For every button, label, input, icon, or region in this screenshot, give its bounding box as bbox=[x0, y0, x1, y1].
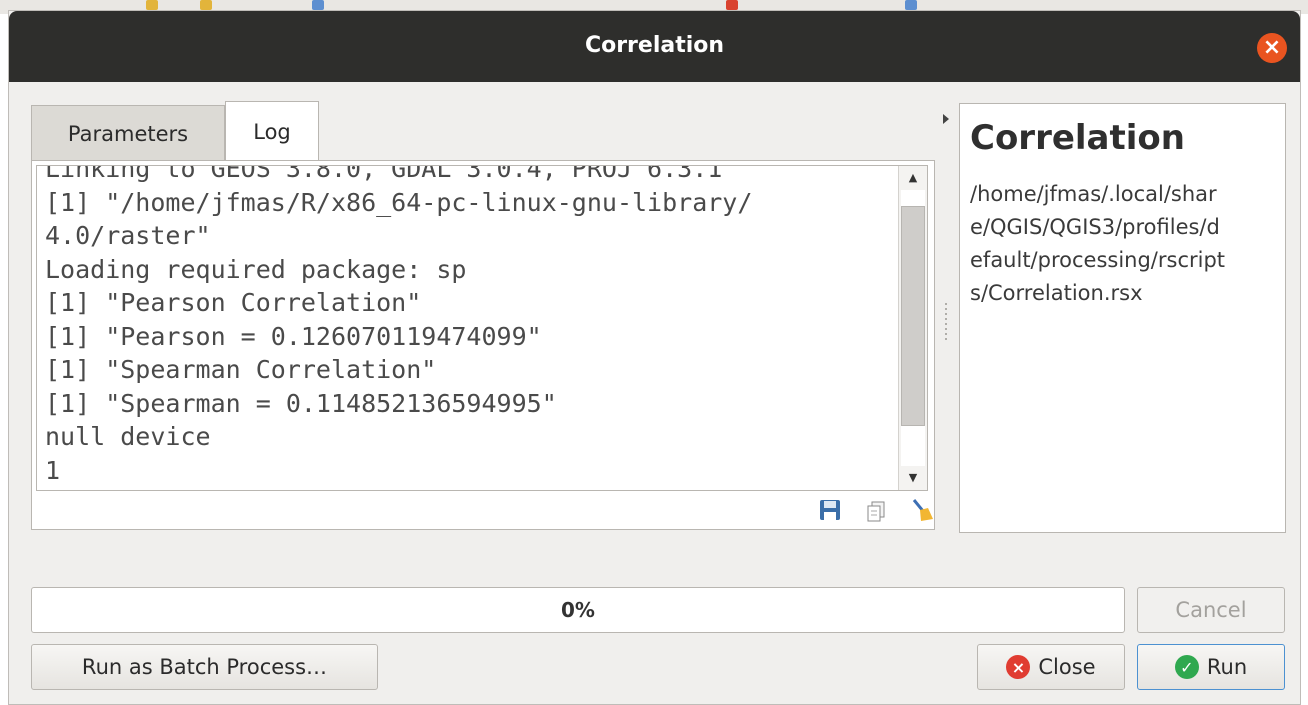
progress-bar: 0% bbox=[31, 587, 1125, 633]
splitter-handle[interactable] bbox=[945, 303, 947, 343]
toolbar-icon bbox=[312, 0, 324, 10]
correlation-dialog: Correlation × Parameters Log Linking to … bbox=[8, 10, 1301, 705]
splitter-collapse-arrow-icon[interactable] bbox=[943, 114, 949, 124]
run-button[interactable]: ✓ Run bbox=[1137, 644, 1285, 690]
run-button-label: Run bbox=[1206, 655, 1248, 679]
clear-broom-icon[interactable] bbox=[909, 497, 935, 523]
toolbar-icon bbox=[200, 0, 212, 10]
run-as-batch-label: Run as Batch Process… bbox=[81, 655, 328, 679]
log-text: Linking to GEOS 3.8.0, GDAL 3.0.4, PROJ … bbox=[45, 165, 753, 485]
tab-log[interactable]: Log bbox=[225, 101, 319, 161]
cancel-button-label: Cancel bbox=[1175, 598, 1247, 622]
save-icon[interactable] bbox=[817, 497, 843, 523]
scroll-thumb[interactable] bbox=[901, 206, 925, 426]
toolbar-icon bbox=[905, 0, 917, 10]
log-toolbar bbox=[817, 495, 935, 525]
toolbar-icon bbox=[726, 0, 738, 10]
progress-text: 0% bbox=[561, 598, 595, 622]
close-icon[interactable]: × bbox=[1257, 33, 1287, 63]
tab-parameters-label: Parameters bbox=[67, 121, 189, 146]
tab-log-label: Log bbox=[253, 119, 291, 144]
close-circle-icon: × bbox=[1006, 655, 1031, 679]
run-as-batch-button[interactable]: Run as Batch Process… bbox=[31, 644, 378, 690]
cancel-button[interactable]: Cancel bbox=[1137, 587, 1285, 633]
help-panel: Correlation /home/jfmas/.local/share/QGI… bbox=[959, 103, 1286, 533]
close-button[interactable]: × Close bbox=[977, 644, 1125, 690]
help-title: Correlation bbox=[970, 118, 1185, 158]
log-scrollbar[interactable]: ▲ ▼ bbox=[898, 166, 927, 490]
scroll-track[interactable] bbox=[901, 190, 925, 466]
title-bar[interactable]: Correlation × bbox=[9, 11, 1300, 82]
script-path: /home/jfmas/.local/share/QGIS/QGIS3/prof… bbox=[970, 182, 1226, 305]
copy-icon[interactable] bbox=[863, 497, 889, 523]
scroll-up-arrow-icon[interactable]: ▲ bbox=[899, 166, 927, 190]
scroll-down-arrow-icon[interactable]: ▼ bbox=[899, 466, 927, 490]
log-output[interactable]: Linking to GEOS 3.8.0, GDAL 3.0.4, PROJ … bbox=[36, 165, 928, 491]
log-tab-pane: Linking to GEOS 3.8.0, GDAL 3.0.4, PROJ … bbox=[31, 160, 935, 530]
close-button-label: Close bbox=[1038, 655, 1096, 679]
tab-parameters[interactable]: Parameters bbox=[31, 105, 225, 161]
check-circle-icon: ✓ bbox=[1174, 655, 1199, 679]
dialog-title: Correlation bbox=[584, 33, 725, 58]
toolbar-icon bbox=[146, 0, 158, 10]
